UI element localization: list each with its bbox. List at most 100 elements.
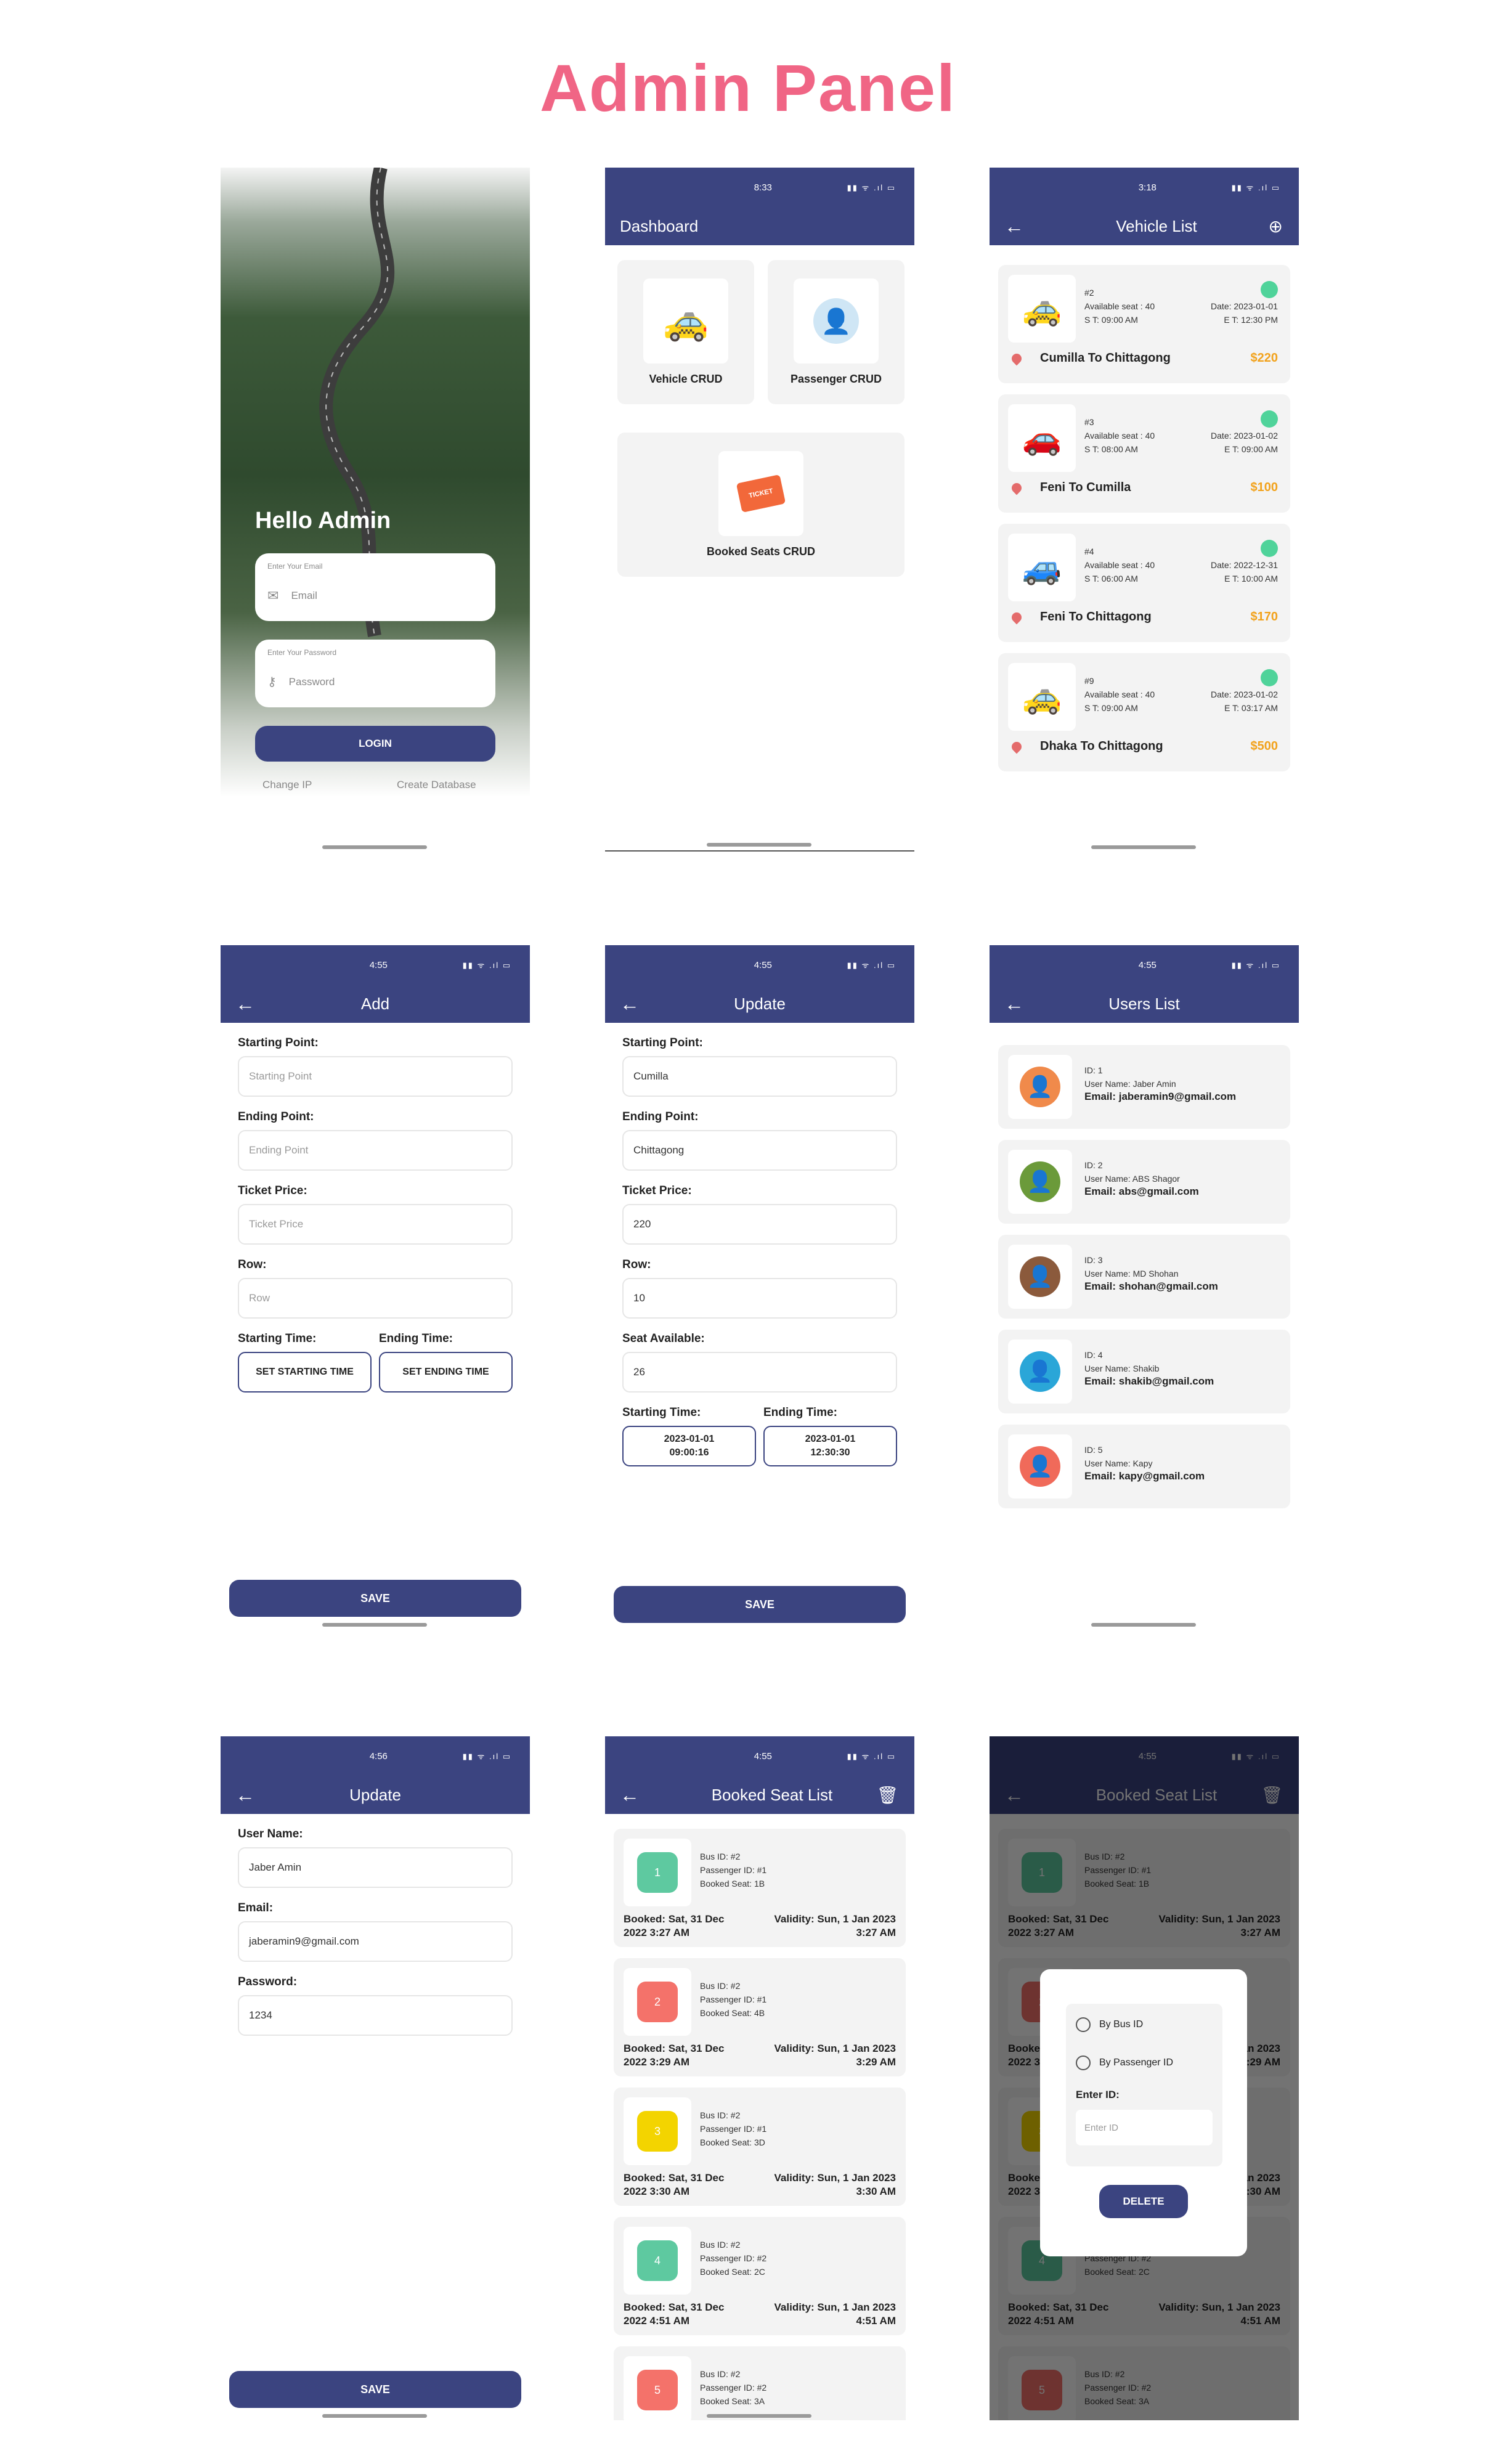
- validity-line2: 3:29 AM: [856, 2056, 896, 2068]
- passenger-crud-tile[interactable]: 👤 Passenger CRUD: [768, 260, 905, 404]
- user-id: ID: 4: [1084, 1350, 1103, 1360]
- trash-icon[interactable]: 🗑: [876, 1785, 898, 1805]
- key-icon: ⚷: [267, 675, 277, 689]
- vehicle-card[interactable]: 🚕 #9 Available seat : 40 S T: 09:00 AM Date:…: [998, 653, 1290, 771]
- add-circle-icon[interactable]: ⊕: [1269, 216, 1283, 237]
- back-arrow-icon[interactable]: ←: [620, 993, 644, 1015]
- car-yellow-icon: 🚕: [1008, 663, 1076, 731]
- text-input[interactable]: Chittagong: [622, 1130, 897, 1171]
- save-button[interactable]: SAVE: [614, 1586, 906, 1623]
- email-placeholder: Email: [291, 590, 317, 601]
- validity-date: Validity: Sun, 1 Jan 2023 3:29 AM: [774, 2042, 896, 2069]
- vehicle-date: Date: 2023-01-02: [1211, 689, 1278, 699]
- avatar-icon: 👤: [1020, 1351, 1060, 1392]
- home-indicator: [707, 843, 811, 847]
- booked-seat-card[interactable]: 4 Bus ID: #2 Passenger ID: #2 Booked Seat: …: [614, 2217, 906, 2335]
- create-database-link[interactable]: Create Database: [397, 779, 476, 791]
- user-card[interactable]: 👤 ID: 4 User Name: Shakib Email: shakib@gma…: [998, 1330, 1290, 1413]
- booked-seat-card[interactable]: 5 Bus ID: #2 Passenger ID: #2 Booked Seat: …: [614, 2346, 906, 2420]
- booking-info: Bus ID: #2 Passenger ID: #1 Booked Seat: 3…: [700, 2108, 766, 2149]
- end-date-text: 2023-01-01: [805, 1434, 856, 1444]
- option-by-passenger-id[interactable]: By Passenger ID: [1076, 2055, 1213, 2070]
- booking-seat: Booked Seat: 1B: [700, 1879, 765, 1889]
- text-input[interactable]: 220: [622, 1204, 897, 1245]
- booking-bus: Bus ID: #2: [700, 2240, 741, 2250]
- delete-button[interactable]: DELETE: [1099, 2185, 1188, 2218]
- home-indicator: [1091, 1623, 1196, 1627]
- text-input[interactable]: 10: [622, 1278, 897, 1319]
- booked-seat-card[interactable]: 2 Bus ID: #2 Passenger ID: #1 Booked Seat: …: [614, 1958, 906, 2076]
- back-arrow-icon[interactable]: ←: [620, 1784, 644, 1807]
- seat-number-badge: 2: [637, 1982, 678, 2022]
- status-dot: [1261, 540, 1278, 557]
- enter-id-input[interactable]: Enter ID: [1076, 2110, 1213, 2145]
- validity-date: Validity: Sun, 1 Jan 2023 4:51 AM: [774, 2301, 896, 2328]
- price-text: $220: [1250, 351, 1279, 365]
- text-input[interactable]: Cumilla: [622, 1056, 897, 1097]
- user-name: User Name: ABS Shagor: [1084, 1174, 1180, 1184]
- back-arrow-icon[interactable]: ←: [235, 993, 260, 1015]
- text-input[interactable]: 1234: [238, 1995, 513, 2036]
- email-field[interactable]: Enter Your Email ✉ Email: [255, 553, 495, 621]
- text-input[interactable]: Row: [238, 1278, 513, 1319]
- vehicle-crud-tile[interactable]: 🚕 Vehicle CRUD: [617, 260, 754, 404]
- booking-pass: Passenger ID: #1: [700, 1994, 767, 2004]
- booking-bus: Bus ID: #2: [700, 2110, 741, 2120]
- ending-time-button[interactable]: 2023-01-01 12:30:30: [763, 1426, 897, 1466]
- location-pin-icon: [1009, 610, 1024, 625]
- save-button[interactable]: SAVE: [229, 1580, 521, 1617]
- starting-time-label: Starting Time:: [238, 1332, 317, 1345]
- vehicle-info: #2 Available seat : 40 S T: 09:00 AM: [1084, 286, 1155, 327]
- seat-number-badge: 5: [637, 2370, 678, 2410]
- set-starting-time-button[interactable]: SET STARTING TIME: [238, 1352, 372, 1393]
- booked-date: Booked: Sat, 31 Dec 2022 3:27 AM: [624, 1913, 724, 1940]
- booked-seat-card[interactable]: 1 Bus ID: #2 Passenger ID: #1 Booked Seat: …: [614, 1829, 906, 1947]
- vehicle-card[interactable]: 🚙 #4 Available seat : 40 S T: 06:00 AM Date:…: [998, 524, 1290, 642]
- booked-seats-crud-tile[interactable]: TICKET Booked Seats CRUD: [617, 433, 905, 577]
- home-indicator: [322, 1623, 427, 1627]
- back-arrow-icon[interactable]: ←: [1004, 993, 1029, 1015]
- update-user-screen: 4:56 ▮▮ ᯤ .ıl ▭ ← Update User Name: Jaber …: [221, 1736, 530, 2420]
- validity-line1: Validity: Sun, 1 Jan 2023: [774, 2043, 896, 2054]
- booking-pass: Passenger ID: #2: [700, 2253, 767, 2263]
- booked-seat-card[interactable]: 3 Bus ID: #2 Passenger ID: #1 Booked Seat: …: [614, 2088, 906, 2206]
- end-time-text: 12:30:30: [810, 1447, 850, 1458]
- set-ending-time-button[interactable]: SET ENDING TIME: [379, 1352, 513, 1393]
- vehicle-card[interactable]: 🚕 #2 Available seat : 40 S T: 09:00 AM Date:…: [998, 265, 1290, 383]
- change-ip-link[interactable]: Change IP: [262, 779, 312, 791]
- text-input[interactable]: jaberamin9@gmail.com: [238, 1921, 513, 1962]
- user-email: Email: jaberamin9@gmail.com: [1084, 1091, 1237, 1102]
- back-arrow-icon[interactable]: ←: [235, 1784, 260, 1807]
- user-card[interactable]: 👤 ID: 3 User Name: MD Shohan Email: shohan@…: [998, 1235, 1290, 1319]
- user-id: ID: 3: [1084, 1255, 1103, 1265]
- vehicle-card[interactable]: 🚗 #3 Available seat : 40 S T: 08:00 AM Date:…: [998, 394, 1290, 513]
- option-by-bus-id[interactable]: By Bus ID: [1076, 2017, 1213, 2032]
- price-text: $170: [1250, 610, 1279, 624]
- seat-box: 4: [624, 2227, 691, 2295]
- text-input[interactable]: Starting Point: [238, 1056, 513, 1097]
- user-card[interactable]: 👤 ID: 2 User Name: ABS Shagor Email: abs@gm…: [998, 1140, 1290, 1224]
- starting-time-button[interactable]: 2023-01-01 09:00:16: [622, 1426, 756, 1466]
- text-input[interactable]: 26: [622, 1352, 897, 1393]
- user-name: User Name: Kapy: [1084, 1458, 1153, 1468]
- back-arrow-icon[interactable]: ←: [1004, 215, 1029, 238]
- text-input[interactable]: Ticket Price: [238, 1204, 513, 1245]
- password-placeholder: Password: [288, 675, 335, 688]
- road-image: [319, 168, 395, 637]
- save-button[interactable]: SAVE: [229, 2371, 521, 2408]
- route-text: Feni To Cumilla: [1040, 481, 1131, 494]
- radio-icon[interactable]: [1076, 2017, 1091, 2032]
- status-dot: [1261, 410, 1278, 428]
- login-button[interactable]: LOGIN: [255, 726, 495, 762]
- car-blue-icon: 🚙: [1008, 534, 1076, 601]
- ending-time-label: Ending Time:: [763, 1406, 837, 1419]
- user-id: ID: 1: [1084, 1065, 1103, 1075]
- radio-icon[interactable]: [1076, 2055, 1091, 2070]
- password-caption: Enter Your Password: [267, 648, 337, 657]
- user-card[interactable]: 👤 ID: 1 User Name: Jaber Amin Email: jabera…: [998, 1045, 1290, 1129]
- avatar-box: 👤: [1008, 1245, 1072, 1309]
- text-input[interactable]: Jaber Amin: [238, 1847, 513, 1888]
- user-card[interactable]: 👤 ID: 5 User Name: Kapy Email: kapy@gmail.c…: [998, 1425, 1290, 1508]
- text-input[interactable]: Ending Point: [238, 1130, 513, 1171]
- password-field[interactable]: Enter Your Password ⚷ Password: [255, 640, 495, 707]
